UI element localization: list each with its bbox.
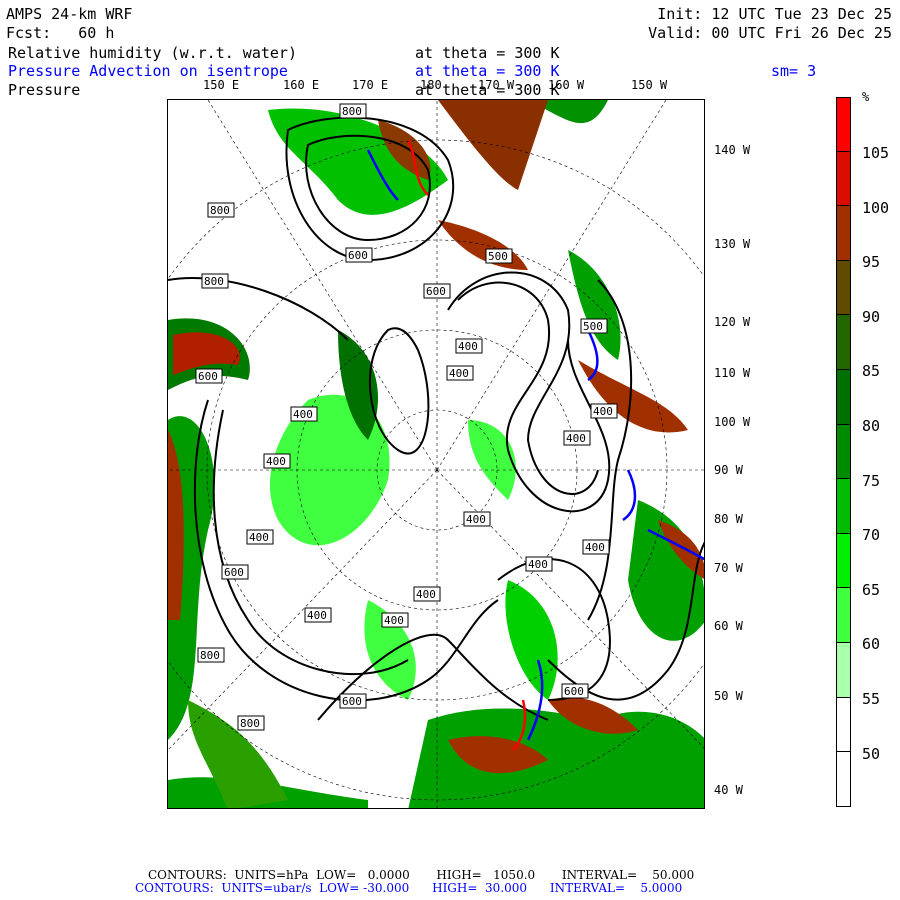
colorbar-label: 100 xyxy=(862,198,890,217)
colorbar-segment xyxy=(836,752,851,807)
init-time: Init: 12 UTC Tue 23 Dec 25 xyxy=(657,5,892,23)
longitude-label: 160 E xyxy=(283,78,320,92)
humidity-shading xyxy=(168,100,704,808)
colorbar-segment xyxy=(836,97,851,152)
contour-label: 400 xyxy=(266,455,286,468)
contour-label: 400 xyxy=(566,432,586,445)
contour-label: 600 xyxy=(198,370,218,383)
colorbar xyxy=(836,97,851,807)
colorbar-label: 85 xyxy=(862,362,881,381)
contour-label: 800 xyxy=(342,105,362,118)
contour-label: 800 xyxy=(210,204,230,217)
colorbar-label: 65 xyxy=(862,580,881,599)
contour-label: 400 xyxy=(384,614,404,627)
contour-label: 800 xyxy=(204,275,224,288)
latitude-label: 80 W xyxy=(714,512,743,526)
colorbar-label: 90 xyxy=(862,307,881,326)
colorbar-segment xyxy=(836,151,851,207)
colorbar-label: 80 xyxy=(862,417,881,435)
colorbar-label: 75 xyxy=(862,471,881,490)
latitude-label: 90 W xyxy=(714,463,743,477)
contour-label: 400 xyxy=(307,609,327,622)
colorbar-segment xyxy=(836,479,851,534)
longitude-label: 180 xyxy=(420,78,442,92)
field2-level: at theta = 300 K xyxy=(415,62,560,80)
latitude-label: 70 W xyxy=(714,561,743,575)
footer-advection-contours: CONTOURS: UNITS=ubar/s LOW= -30.000 HIGH… xyxy=(135,881,683,895)
contour-label: 400 xyxy=(585,541,605,554)
longitude-label: 160 W xyxy=(548,78,585,92)
field2-title: Pressure Advection on isentrope xyxy=(8,62,288,80)
longitude-label: 170 W xyxy=(478,78,515,92)
latitude-label: 110 W xyxy=(714,366,751,380)
latitude-label: 60 W xyxy=(714,619,743,633)
contour-label: 500 xyxy=(583,320,603,333)
field1-level: at theta = 300 K xyxy=(415,44,560,62)
colorbar-segment xyxy=(836,424,851,480)
field2-smoothing: sm= 3 xyxy=(771,62,817,80)
contour-label: 600 xyxy=(224,566,244,579)
colorbar-label: 95 xyxy=(862,253,881,272)
map-plot[interactable]: 800 800 800 600 500 600 500 400 400 600 400 400 400 4… xyxy=(167,99,705,809)
longitude-label: 170 E xyxy=(352,78,389,92)
colorbar-segment xyxy=(836,642,851,698)
field1-title: Relative humidity (w.r.t. water) xyxy=(8,44,297,62)
colorbar-segment xyxy=(836,533,851,589)
latitude-label: 40 W xyxy=(714,783,743,797)
contour-label: 600 xyxy=(342,695,362,708)
colorbar-label: 70 xyxy=(862,526,881,545)
contour-label: 400 xyxy=(416,588,436,601)
colorbar-label: 105 xyxy=(862,144,890,162)
field3-title: Pressure xyxy=(8,81,81,99)
latitude-label: 100 W xyxy=(714,415,751,429)
contour-label: 400 xyxy=(458,340,478,353)
colorbar-segment xyxy=(836,315,851,370)
contour-label: 600 xyxy=(348,249,368,262)
contour-label: 400 xyxy=(293,408,313,421)
map-svg: 800 800 800 600 500 600 500 400 400 600 400 400 400 4… xyxy=(168,100,704,808)
valid-time: Valid: 00 UTC Fri 26 Dec 25 xyxy=(648,24,892,42)
contour-label: 500 xyxy=(488,250,508,263)
forecast-hour: Fcst: 60 h xyxy=(6,24,115,42)
colorbar-segment xyxy=(836,206,851,261)
colorbar-label: 60 xyxy=(862,635,881,654)
pressure-contours xyxy=(168,116,704,721)
contour-label: 400 xyxy=(466,513,486,526)
latitude-label: 120 W xyxy=(714,315,751,329)
contour-label: 400 xyxy=(449,367,469,380)
model-title: AMPS 24-km WRF xyxy=(6,5,133,23)
contour-label: 600 xyxy=(564,685,584,698)
contour-label: 400 xyxy=(593,405,613,418)
colorbar-segment xyxy=(836,588,851,643)
graticule xyxy=(168,100,704,808)
latitude-label: 140 W xyxy=(714,143,751,157)
footer-pressure-contours: CONTOURS: UNITS=hPa LOW= 0.0000 HIGH= 10… xyxy=(148,868,695,882)
contour-label: 800 xyxy=(240,717,260,730)
colorbar-label: 55 xyxy=(862,690,881,708)
contour-label: 600 xyxy=(426,285,446,298)
longitude-label: 150 W xyxy=(631,78,668,92)
colorbar-unit: % xyxy=(862,90,870,104)
latitude-label: 130 W xyxy=(714,237,751,251)
contour-label: 400 xyxy=(528,558,548,571)
colorbar-segment xyxy=(836,697,851,753)
latitude-label: 50 W xyxy=(714,689,743,703)
colorbar-segment xyxy=(836,369,851,425)
colorbar-segment xyxy=(836,260,851,316)
contour-label: 400 xyxy=(249,531,269,544)
longitude-label: 150 E xyxy=(203,78,240,92)
colorbar-label: 50 xyxy=(862,744,881,763)
contour-label: 800 xyxy=(200,649,220,662)
